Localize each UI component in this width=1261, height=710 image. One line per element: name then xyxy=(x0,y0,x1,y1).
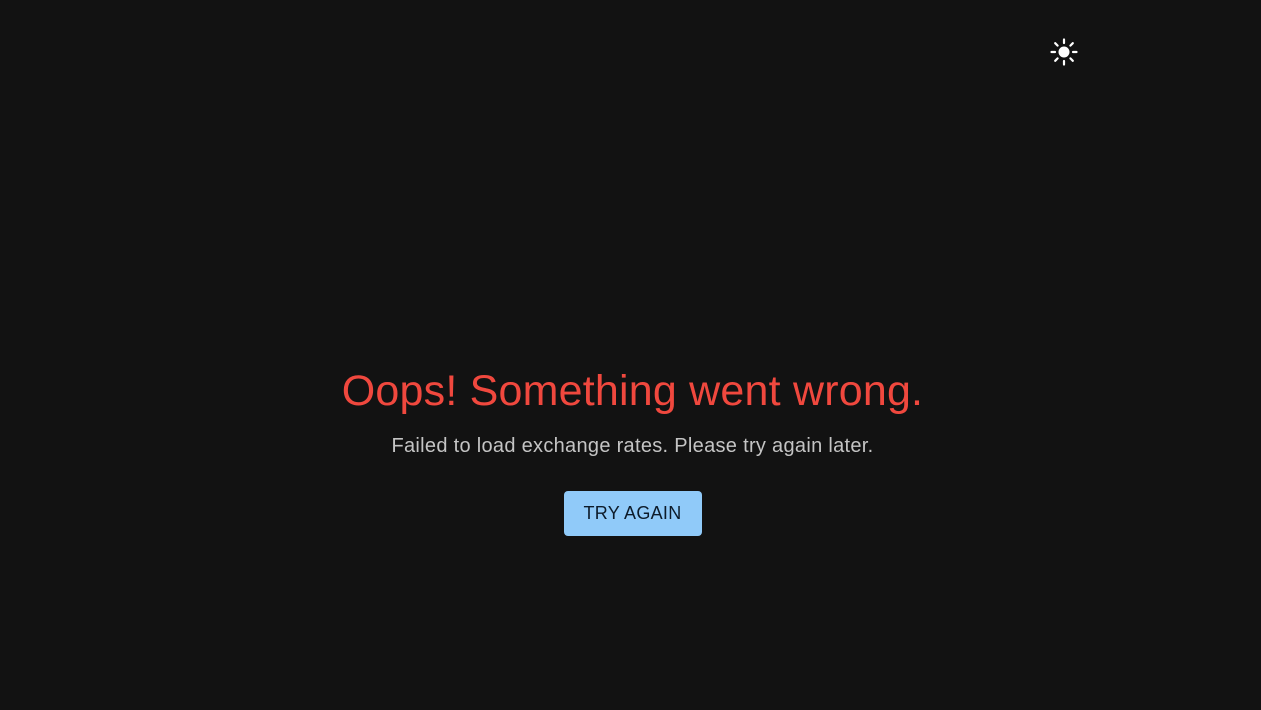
error-container: Oops! Something went wrong. Failed to lo… xyxy=(0,364,1261,536)
error-message: Failed to load exchange rates. Please tr… xyxy=(391,435,874,457)
sun-icon xyxy=(1050,38,1078,66)
try-again-button[interactable]: TRY AGAIN xyxy=(563,491,702,536)
error-title: Oops! Something went wrong. xyxy=(341,367,924,415)
error-page: Oops! Something went wrong. Failed to lo… xyxy=(0,0,1261,710)
theme-toggle-button[interactable] xyxy=(1044,32,1084,72)
